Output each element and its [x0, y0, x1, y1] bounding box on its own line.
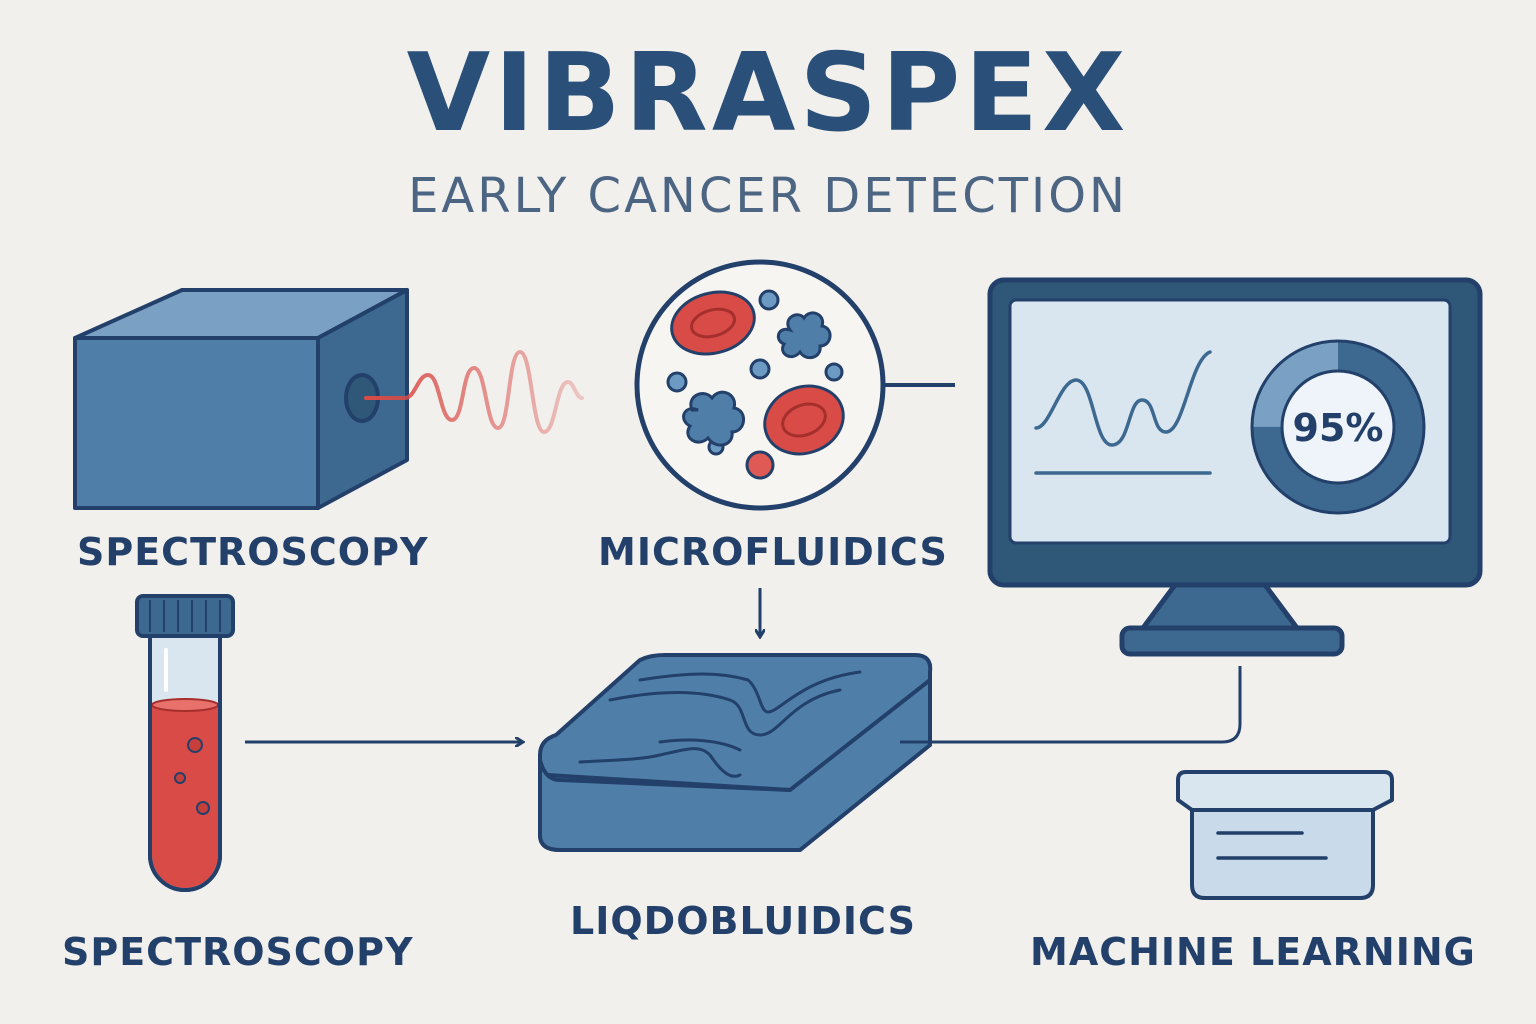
spectroscopy-device-icon — [73, 288, 409, 510]
connector-line — [900, 666, 1242, 744]
diagram-canvas: 95% — [73, 259, 1483, 900]
chip-label: LIQDOBLUIDICS — [570, 899, 916, 943]
spectroscopy-device-label: SPECTROSCOPY — [77, 530, 429, 574]
percent-value: 95% — [1293, 406, 1384, 450]
cells-magnifier-icon — [634, 259, 955, 511]
machine-learning-label: MACHINE LEARNING — [1030, 930, 1476, 974]
data-storage-icon — [1176, 770, 1394, 900]
test-tube-icon — [135, 594, 235, 892]
blood-sample-label: SPECTROSCOPY — [62, 930, 414, 974]
microfluidic-chip-icon — [538, 653, 933, 852]
donut-chart: 95% — [1250, 339, 1426, 515]
microfluidics-label: MICROFLUIDICS — [598, 530, 948, 574]
